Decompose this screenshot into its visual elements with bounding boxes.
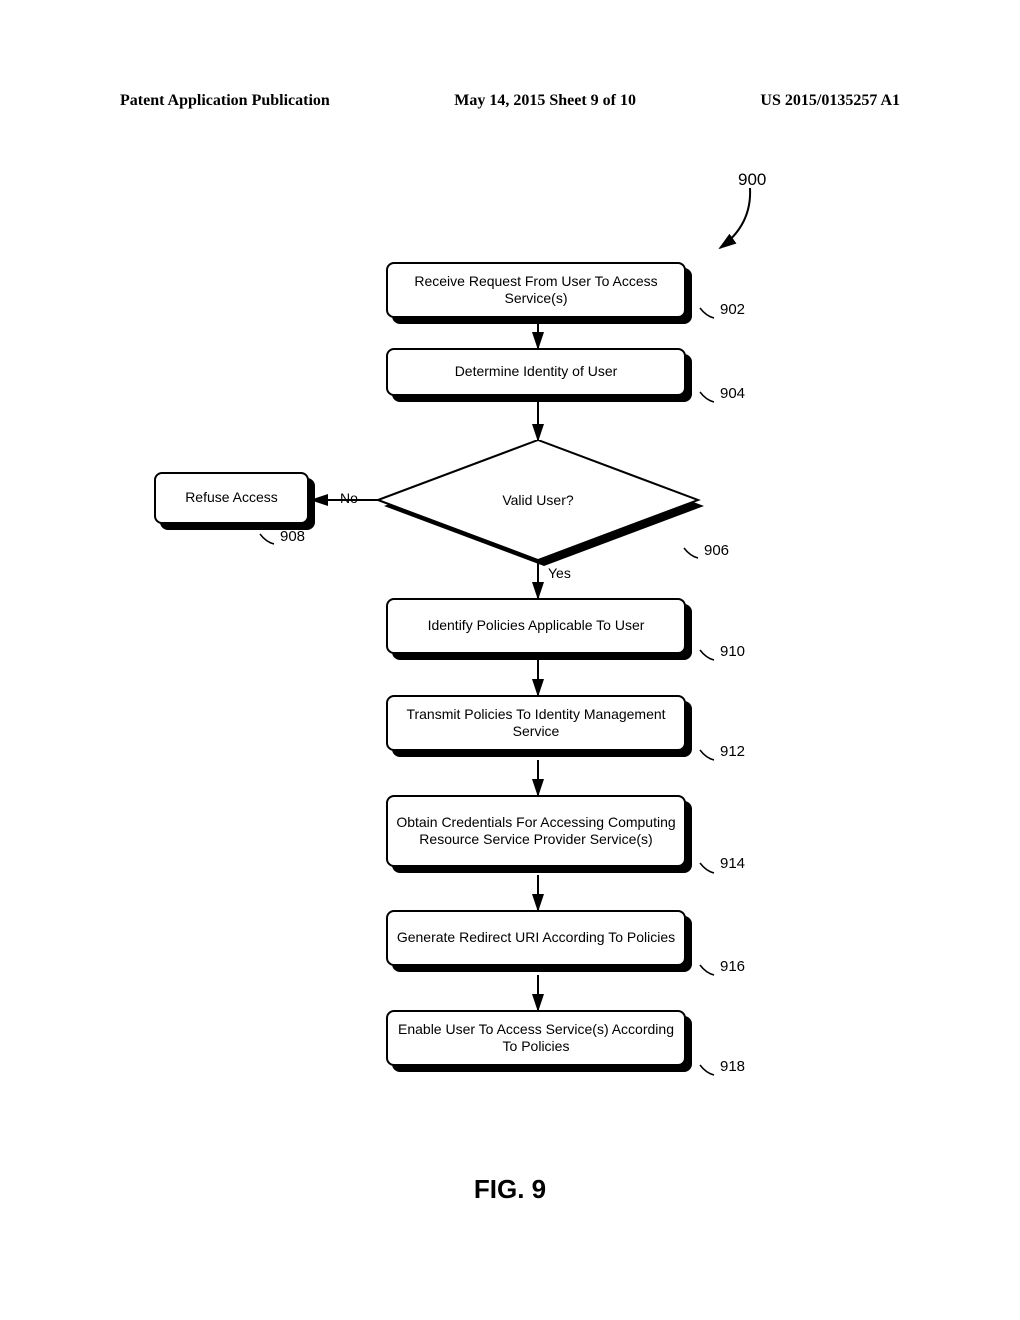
header-right: US 2015/0135257 A1 — [760, 92, 900, 110]
yes-label: Yes — [548, 565, 571, 581]
step-identify-policies: Identify Policies Applicable To User — [386, 598, 686, 654]
header-left: Patent Application Publication — [120, 92, 330, 110]
ref-916: 916 — [720, 958, 745, 975]
step-transmit-policies: Transmit Policies To Identity Management… — [386, 695, 686, 751]
step-receive-request: Receive Request From User To Access Serv… — [386, 262, 686, 318]
step-text: Identify Policies Applicable To User — [428, 617, 645, 635]
step-text: Determine Identity of User — [455, 363, 618, 381]
step-determine-identity: Determine Identity of User — [386, 348, 686, 396]
step-text: Refuse Access — [185, 489, 278, 507]
ref-918: 918 — [720, 1058, 745, 1075]
page-header: Patent Application Publication May 14, 2… — [0, 92, 1020, 110]
step-text: Obtain Credentials For Accessing Computi… — [394, 814, 678, 849]
ref-902: 902 — [720, 301, 745, 318]
overall-ref: 900 — [738, 170, 766, 190]
step-generate-redirect: Generate Redirect URI According To Polic… — [386, 910, 686, 966]
step-text: Receive Request From User To Access Serv… — [394, 273, 678, 308]
step-enable-access: Enable User To Access Service(s) Accordi… — [386, 1010, 686, 1066]
ref-904: 904 — [720, 385, 745, 402]
header-center: May 14, 2015 Sheet 9 of 10 — [330, 92, 761, 110]
ref-908: 908 — [280, 528, 305, 545]
no-label: No — [340, 490, 358, 506]
figure-label: FIG. 9 — [0, 1174, 1020, 1205]
step-text: Enable User To Access Service(s) Accordi… — [394, 1021, 678, 1056]
patent-page: Patent Application Publication May 14, 2… — [0, 0, 1020, 1320]
ref-912: 912 — [720, 743, 745, 760]
flow-arrows-icon — [0, 0, 1020, 1320]
step-text: Transmit Policies To Identity Management… — [394, 706, 678, 741]
decision-text: Valid User? — [378, 440, 698, 560]
decision-valid-user: Valid User? — [378, 440, 698, 560]
ref-910: 910 — [720, 643, 745, 660]
ref-914: 914 — [720, 855, 745, 872]
step-refuse-access: Refuse Access — [154, 472, 309, 524]
step-obtain-credentials: Obtain Credentials For Accessing Computi… — [386, 795, 686, 867]
ref-906: 906 — [704, 542, 729, 559]
step-text: Generate Redirect URI According To Polic… — [397, 929, 675, 947]
